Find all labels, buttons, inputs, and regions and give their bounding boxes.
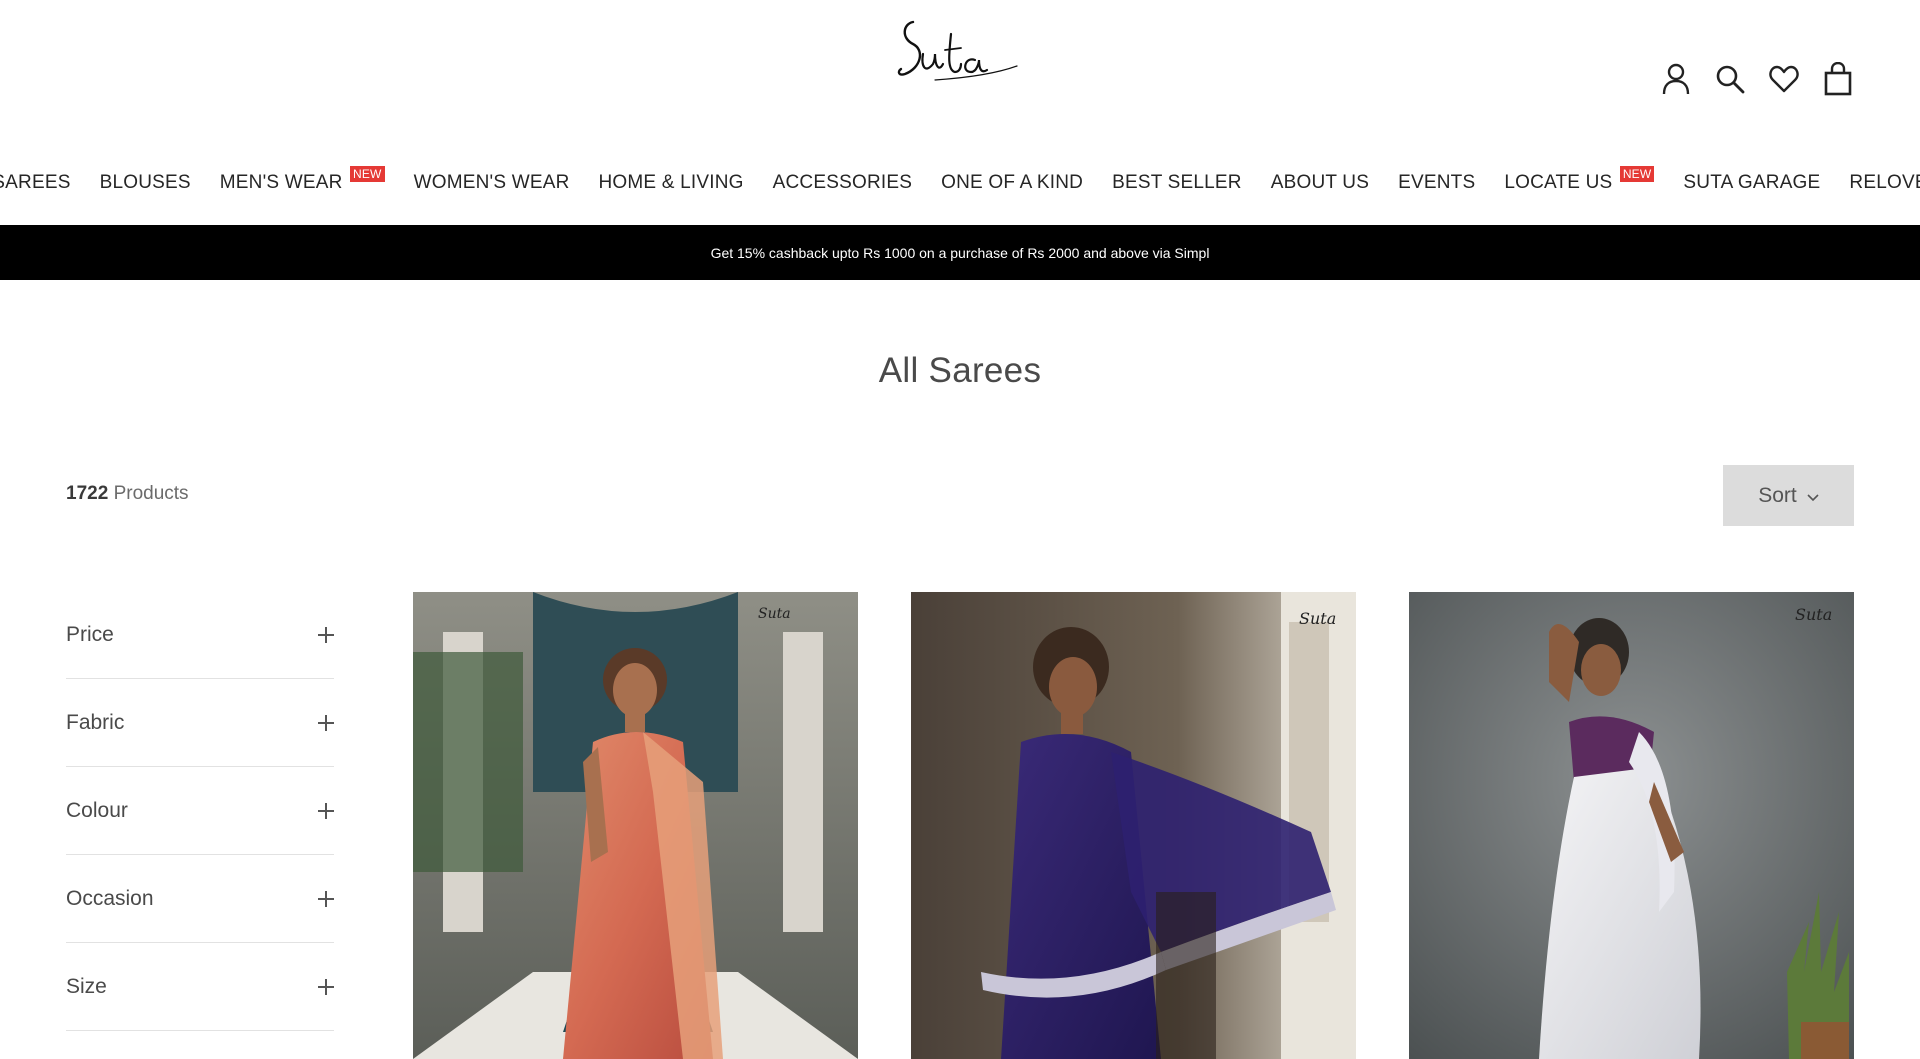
nav-item-womens-wear[interactable]: WOMEN'S WEAR — [414, 172, 570, 194]
header-icons — [1660, 62, 1854, 96]
plus-icon — [318, 802, 334, 819]
nav-label: LOCATE US — [1504, 172, 1613, 193]
svg-text:Suta: Suta — [758, 606, 791, 622]
product-count-suffix: Products — [113, 483, 189, 504]
product-card[interactable]: Suta — [911, 592, 1356, 1059]
product-image: Suta — [1409, 592, 1854, 1059]
nav-item-relove[interactable]: RELOVE — [1849, 172, 1920, 194]
wishlist-heart-icon[interactable] — [1768, 62, 1800, 96]
sort-label: Sort — [1758, 483, 1797, 507]
announcement-bar[interactable]: Get 15% cashback upto Rs 1000 on a purch… — [0, 225, 1920, 280]
filter-colour[interactable]: Colour — [66, 767, 334, 855]
nav-label: ONE OF A KIND — [941, 172, 1084, 193]
account-icon[interactable] — [1660, 62, 1692, 96]
filter-size[interactable]: Size — [66, 943, 334, 1031]
main-navigation: SAREES BLOUSES MEN'S WEAR NEW WOMEN'S WEA… — [0, 166, 1920, 194]
plus-icon — [318, 890, 334, 907]
nav-item-events[interactable]: EVENTS — [1398, 172, 1475, 194]
announcement-text: Get 15% cashback upto Rs 1000 on a purch… — [710, 244, 1210, 261]
nav-item-mens-wear[interactable]: MEN'S WEAR NEW — [219, 166, 385, 194]
suta-logo[interactable] — [895, 14, 1020, 94]
new-badge: NEW — [349, 166, 385, 182]
filter-label: Occasion — [66, 886, 154, 910]
shopping-bag-icon[interactable] — [1822, 62, 1854, 96]
nav-label: ACCESSORIES — [772, 172, 913, 193]
chevron-down-icon — [1807, 484, 1819, 508]
nav-label: SAREES — [0, 172, 71, 193]
product-image: Suta — [911, 592, 1356, 1059]
filter-label: Price — [66, 622, 114, 646]
nav-label: ABOUT US — [1270, 172, 1370, 193]
nav-item-home-living[interactable]: HOME & LIVING — [599, 172, 744, 194]
nav-item-accessories[interactable]: ACCESSORIES — [773, 172, 912, 194]
nav-label: MEN'S WEAR — [219, 172, 343, 193]
search-icon[interactable] — [1714, 62, 1746, 96]
nav-item-one-of-a-kind[interactable]: ONE OF A KIND — [941, 172, 1083, 194]
nav-label: RELOVE — [1849, 172, 1920, 193]
svg-text:Suta: Suta — [1795, 605, 1832, 624]
plus-icon — [318, 978, 334, 995]
filter-price[interactable]: Price — [66, 591, 334, 679]
nav-item-sarees[interactable]: SAREES — [0, 172, 71, 194]
nav-label: HOME & LIVING — [598, 172, 744, 193]
nav-label: BEST SELLER — [1112, 172, 1242, 193]
plus-icon — [318, 626, 334, 643]
filter-label: Fabric — [66, 710, 125, 734]
nav-item-blouses[interactable]: BLOUSES — [100, 172, 191, 194]
collection-title: All Sarees — [878, 351, 1042, 390]
site-header: SAREES BLOUSES MEN'S WEAR NEW WOMEN'S WEA… — [0, 0, 1920, 225]
product-count-number: 1722 — [66, 483, 109, 504]
nav-item-best-seller[interactable]: BEST SELLER — [1112, 172, 1242, 194]
sort-button[interactable]: Sort — [1723, 465, 1854, 526]
plus-icon — [318, 714, 334, 731]
nav-item-about-us[interactable]: ABOUT US — [1271, 172, 1369, 194]
product-count: 1722 Products — [66, 483, 189, 505]
product-image: Suta — [413, 592, 858, 1059]
nav-label: BLOUSES — [99, 172, 191, 193]
nav-label: WOMEN'S WEAR — [413, 172, 570, 193]
filter-fabric[interactable]: Fabric — [66, 679, 334, 767]
filter-label: Colour — [66, 798, 128, 822]
new-badge: NEW — [1619, 166, 1655, 182]
product-card[interactable]: Suta — [1409, 592, 1854, 1059]
nav-label: SUTA GARAGE — [1683, 172, 1821, 193]
nav-item-locate-us[interactable]: LOCATE US NEW — [1504, 166, 1655, 194]
nav-label: EVENTS — [1398, 172, 1476, 193]
filter-occasion[interactable]: Occasion — [66, 855, 334, 943]
nav-item-suta-garage[interactable]: SUTA GARAGE — [1683, 172, 1820, 194]
svg-text:Suta: Suta — [1299, 609, 1336, 628]
filter-label: Size — [66, 974, 107, 998]
product-card[interactable]: Suta — [413, 592, 858, 1059]
filter-sidebar: Price Fabric Colour Occasion Size — [66, 591, 334, 1031]
